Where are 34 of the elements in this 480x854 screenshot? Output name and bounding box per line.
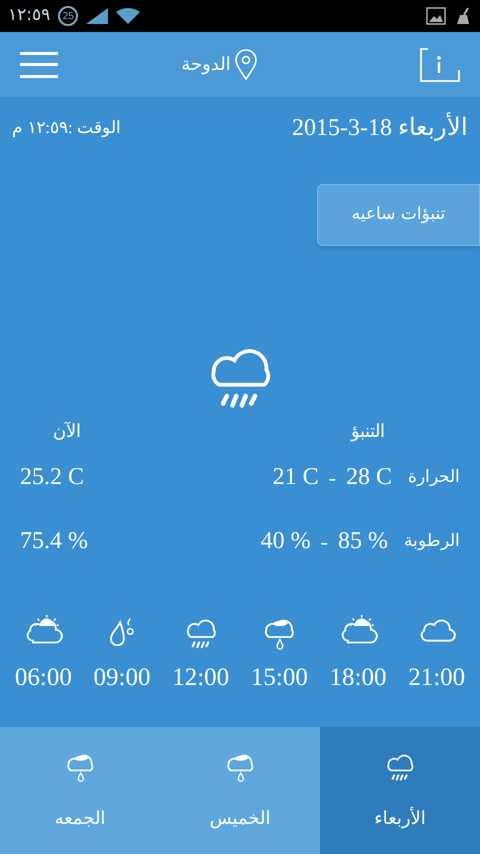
day-tab[interactable]: الخميس: [160, 727, 320, 854]
info-button[interactable]: [420, 48, 460, 82]
row-label: الرطوبة: [403, 530, 460, 552]
forecast-heading: التنبؤ: [351, 420, 386, 444]
hour-label: 06:00: [14, 663, 72, 693]
current-date: الأربعاء 18-3-2015: [292, 110, 468, 146]
low-value: 40 %: [260, 527, 311, 556]
current-time: الوقت :١٢:٥٩ م: [12, 117, 121, 140]
range-separator: -: [328, 464, 336, 492]
image-icon: [426, 7, 446, 25]
menu-button[interactable]: [20, 50, 58, 80]
broom-icon: [454, 7, 472, 25]
hour-label: 15:00: [250, 663, 308, 693]
current-value: 75.4 %: [20, 527, 89, 556]
hour-label: 18:00: [330, 663, 386, 693]
wifi-icon: [116, 8, 140, 24]
current-value: 25.2 C: [20, 463, 86, 492]
hourly-forecast-button[interactable]: تنبؤات ساعيه: [317, 184, 480, 246]
high-value: 28 C: [346, 463, 392, 492]
low-value: 21 C: [272, 463, 319, 492]
notification-badge: 25: [58, 6, 78, 26]
now-heading: الآن: [52, 420, 81, 443]
range-separator: -: [320, 528, 328, 556]
signal-icon: [86, 8, 108, 24]
hour-label: 12:00: [172, 663, 230, 693]
clock: ١٢:٥٩: [8, 4, 50, 28]
city-name: الدوحة: [181, 53, 231, 77]
row-label: الحرارة: [407, 466, 460, 488]
day-tab[interactable]: الجمعه: [0, 727, 160, 854]
location-pin-icon: [234, 48, 257, 80]
high-value: 85 %: [338, 527, 388, 556]
hour-label: 21:00: [408, 663, 466, 693]
hour-label: 09:00: [94, 663, 150, 693]
day-tab[interactable]: الأربعاء: [320, 727, 480, 854]
